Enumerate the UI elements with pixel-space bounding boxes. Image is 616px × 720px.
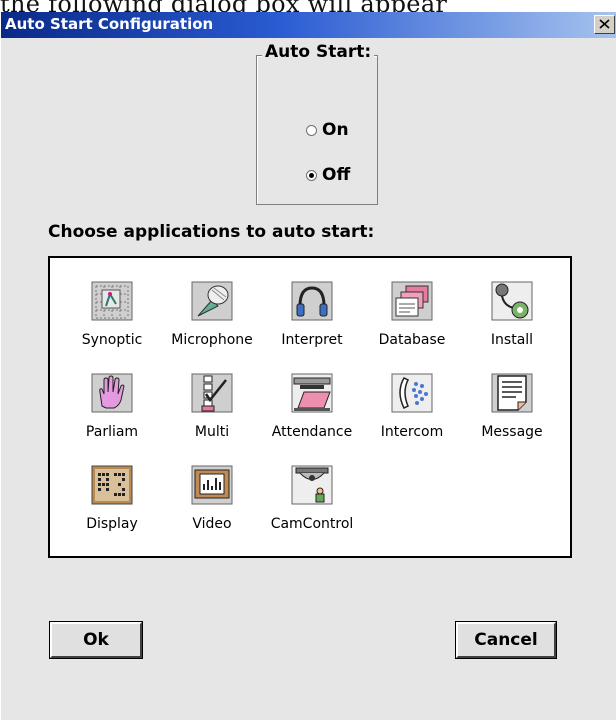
hand-icon <box>91 373 133 413</box>
radio-on-label: On <box>322 120 349 140</box>
radio-off[interactable]: Off <box>306 164 350 186</box>
background-document-text: the following dialog box will appear <box>0 0 448 18</box>
radio-off-label: Off <box>322 165 351 185</box>
app-database[interactable]: Database <box>360 270 464 362</box>
intercom-icon <box>391 373 433 413</box>
radio-on-indicator[interactable] <box>306 124 317 136</box>
checklist-icon <box>191 373 233 413</box>
app-label: Message <box>481 424 543 440</box>
window-title: Auto Start Configuration <box>5 15 214 33</box>
database-icon <box>391 281 433 321</box>
install-icon <box>491 281 533 321</box>
app-label: Display <box>86 516 138 532</box>
choose-apps-label: Choose applications to auto start: <box>48 222 375 242</box>
app-microphone[interactable]: Microphone <box>160 270 264 362</box>
app-label: Interpret <box>281 332 343 348</box>
applications-list: Synoptic Microphone Interpret Database I… <box>48 256 572 558</box>
app-message[interactable]: Message <box>460 362 564 454</box>
microphone-icon <box>191 281 233 321</box>
app-multi[interactable]: Multi <box>160 362 264 454</box>
synoptic-icon <box>91 281 133 321</box>
app-video[interactable]: Video <box>160 454 264 546</box>
app-label: Synoptic <box>81 332 143 348</box>
app-intercom[interactable]: Intercom <box>360 362 464 454</box>
display-icon <box>91 465 133 505</box>
radio-off-indicator[interactable] <box>306 169 317 181</box>
headphones-icon <box>291 281 333 321</box>
app-install[interactable]: Install <box>460 270 564 362</box>
app-label: Install <box>490 332 534 348</box>
message-icon <box>491 373 533 413</box>
app-label: Parliam <box>85 424 139 440</box>
camera-icon <box>291 465 333 505</box>
app-label: Video <box>192 516 232 532</box>
app-label: CamControl <box>270 516 354 532</box>
video-icon <box>191 465 233 505</box>
app-attendance[interactable]: Attendance <box>260 362 364 454</box>
app-display[interactable]: Display <box>60 454 164 546</box>
auto-start-legend: Auto Start: <box>262 42 375 62</box>
app-label: Multi <box>194 424 230 440</box>
app-label: Microphone <box>171 332 253 348</box>
app-parliam[interactable]: Parliam <box>60 362 164 454</box>
close-button[interactable] <box>594 15 615 34</box>
title-bar[interactable]: Auto Start Configuration <box>1 12 616 38</box>
app-label: Attendance <box>271 424 353 440</box>
close-icon <box>599 19 610 29</box>
ok-button[interactable]: Ok <box>49 621 143 659</box>
cancel-button[interactable]: Cancel <box>455 621 557 659</box>
app-camcontrol[interactable]: CamControl <box>260 454 364 546</box>
app-label: Intercom <box>380 424 444 440</box>
attendance-icon <box>291 373 333 413</box>
app-label: Database <box>378 332 446 348</box>
app-interpret[interactable]: Interpret <box>260 270 364 362</box>
app-synoptic[interactable]: Synoptic <box>60 270 164 362</box>
radio-on[interactable]: On <box>306 119 349 141</box>
